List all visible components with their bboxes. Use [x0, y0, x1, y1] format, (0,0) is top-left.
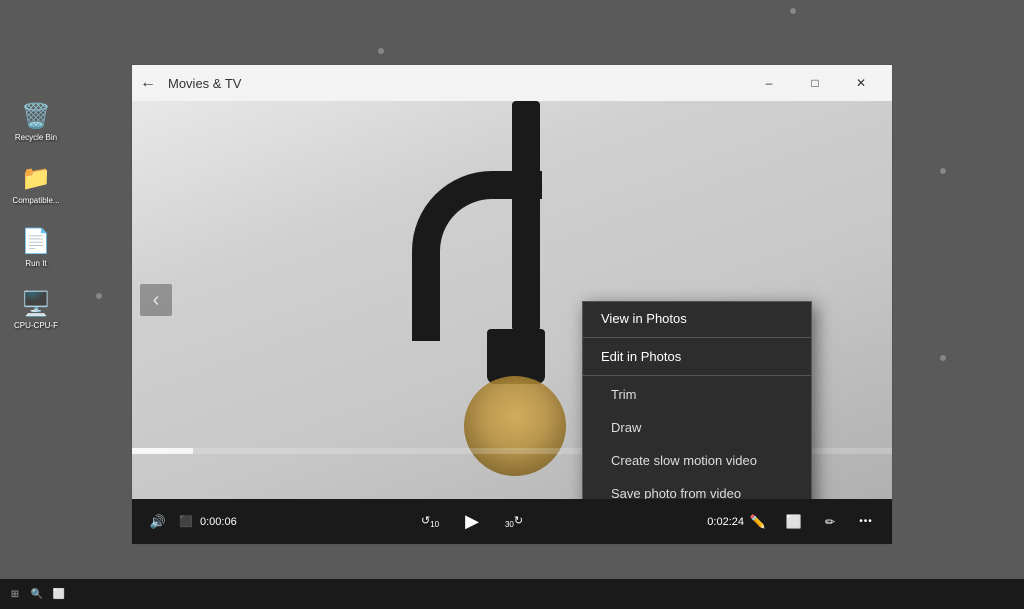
- recyclebin-icon: 🗑️: [20, 100, 52, 132]
- context-menu-trim[interactable]: Trim: [583, 378, 811, 411]
- taskbar-search[interactable]: 🔍: [26, 583, 48, 605]
- window-title: Movies & TV: [168, 76, 746, 91]
- recyclebin-label: Recycle Bin: [15, 134, 57, 143]
- controls-bar: 🔊 ⬛ 0:00:06 ↺10 ▶ 30↻ 0:02:24 ✏️ ⬜: [132, 499, 892, 544]
- context-menu-view-in-photos[interactable]: View in Photos: [583, 302, 811, 335]
- video-area[interactable]: ‹ View in Photos Edit in Photos Trim Dra…: [132, 101, 892, 499]
- pencil-icon: ✏️: [750, 514, 766, 530]
- screen-button[interactable]: ⬜: [780, 508, 808, 536]
- pencil-button[interactable]: ✏️: [744, 508, 772, 536]
- progress-fill: [132, 448, 193, 454]
- decorative-dot: [790, 8, 796, 14]
- movies-tv-window: ← Movies & TV – □ ✕ ‹ View in Photos Edi…: [131, 64, 893, 545]
- skip-forward-button[interactable]: 30↻: [500, 508, 528, 536]
- taskbar: ⊞ 🔍 ⬜: [0, 579, 1024, 609]
- context-menu: View in Photos Edit in Photos Trim Draw …: [582, 301, 812, 499]
- decorative-dot: [96, 293, 102, 299]
- subtitle-icon: ⬛: [179, 515, 193, 528]
- more-button[interactable]: •••: [852, 508, 880, 536]
- desktop-icon-compatible[interactable]: 📁 Compatible...: [10, 163, 62, 206]
- context-menu-divider-2: [583, 375, 811, 376]
- context-menu-edit-in-photos[interactable]: Edit in Photos: [583, 340, 811, 373]
- skip-back-button[interactable]: ↺10: [416, 508, 444, 536]
- compatible-label: Compatible...: [12, 197, 59, 206]
- titlebar: ← Movies & TV – □ ✕: [132, 65, 892, 101]
- skip-forward-icon: 30↻: [505, 514, 523, 529]
- subtitle-button[interactable]: ⬛: [172, 508, 200, 536]
- file-icon: 📄: [20, 226, 52, 258]
- desktop-icon-cpu[interactable]: 🖥️ CPU-CPU-F: [10, 288, 62, 331]
- time-current: 0:00:06: [200, 516, 250, 528]
- desktop-icon-recyclebin[interactable]: 🗑️ Recycle Bin: [10, 100, 62, 143]
- playback-controls: ↺10 ▶ 30↻: [258, 508, 686, 536]
- decorative-dot: [940, 355, 946, 361]
- edit-icon: ✏: [825, 515, 835, 529]
- runit-label: Run It: [25, 260, 46, 269]
- context-menu-draw[interactable]: Draw: [583, 411, 811, 444]
- close-button[interactable]: ✕: [838, 65, 884, 101]
- context-menu-save-photo[interactable]: Save photo from video: [583, 477, 811, 499]
- context-menu-create-slow-motion[interactable]: Create slow motion video: [583, 444, 811, 477]
- time-total: 0:02:24: [694, 516, 744, 528]
- context-menu-divider-1: [583, 337, 811, 338]
- decorative-dot: [940, 168, 946, 174]
- back-button[interactable]: ←: [140, 74, 156, 92]
- lamp-bulb: [464, 376, 566, 476]
- volume-icon: 🔊: [150, 514, 166, 530]
- play-icon: ▶: [465, 511, 479, 532]
- skip-back-icon: ↺10: [421, 514, 439, 529]
- maximize-button[interactable]: □: [792, 65, 838, 101]
- folder-icon: 📁: [20, 163, 52, 195]
- taskbar-start[interactable]: ⊞: [4, 583, 26, 605]
- play-pause-button[interactable]: ▶: [458, 508, 486, 536]
- lamp-stem: [512, 101, 540, 331]
- minimize-button[interactable]: –: [746, 65, 792, 101]
- window-controls: – □ ✕: [746, 65, 884, 101]
- volume-button[interactable]: 🔊: [144, 508, 172, 536]
- cpu-label: CPU-CPU-F: [14, 322, 58, 331]
- desktop-icon-runit[interactable]: 📄 Run It: [10, 226, 62, 269]
- desktop-icons: 🗑️ Recycle Bin 📁 Compatible... 📄 Run It …: [10, 100, 62, 331]
- prev-nav-arrow[interactable]: ‹: [140, 284, 172, 316]
- edit-mode-button[interactable]: ✏: [816, 508, 844, 536]
- taskbar-task-view[interactable]: ⬜: [48, 583, 70, 605]
- more-icon: •••: [859, 516, 873, 527]
- decorative-dot: [378, 48, 384, 54]
- extra-controls: ✏️ ⬜ ✏ •••: [744, 508, 880, 536]
- computer-icon: 🖥️: [20, 288, 52, 320]
- screen-icon: ⬜: [786, 514, 802, 530]
